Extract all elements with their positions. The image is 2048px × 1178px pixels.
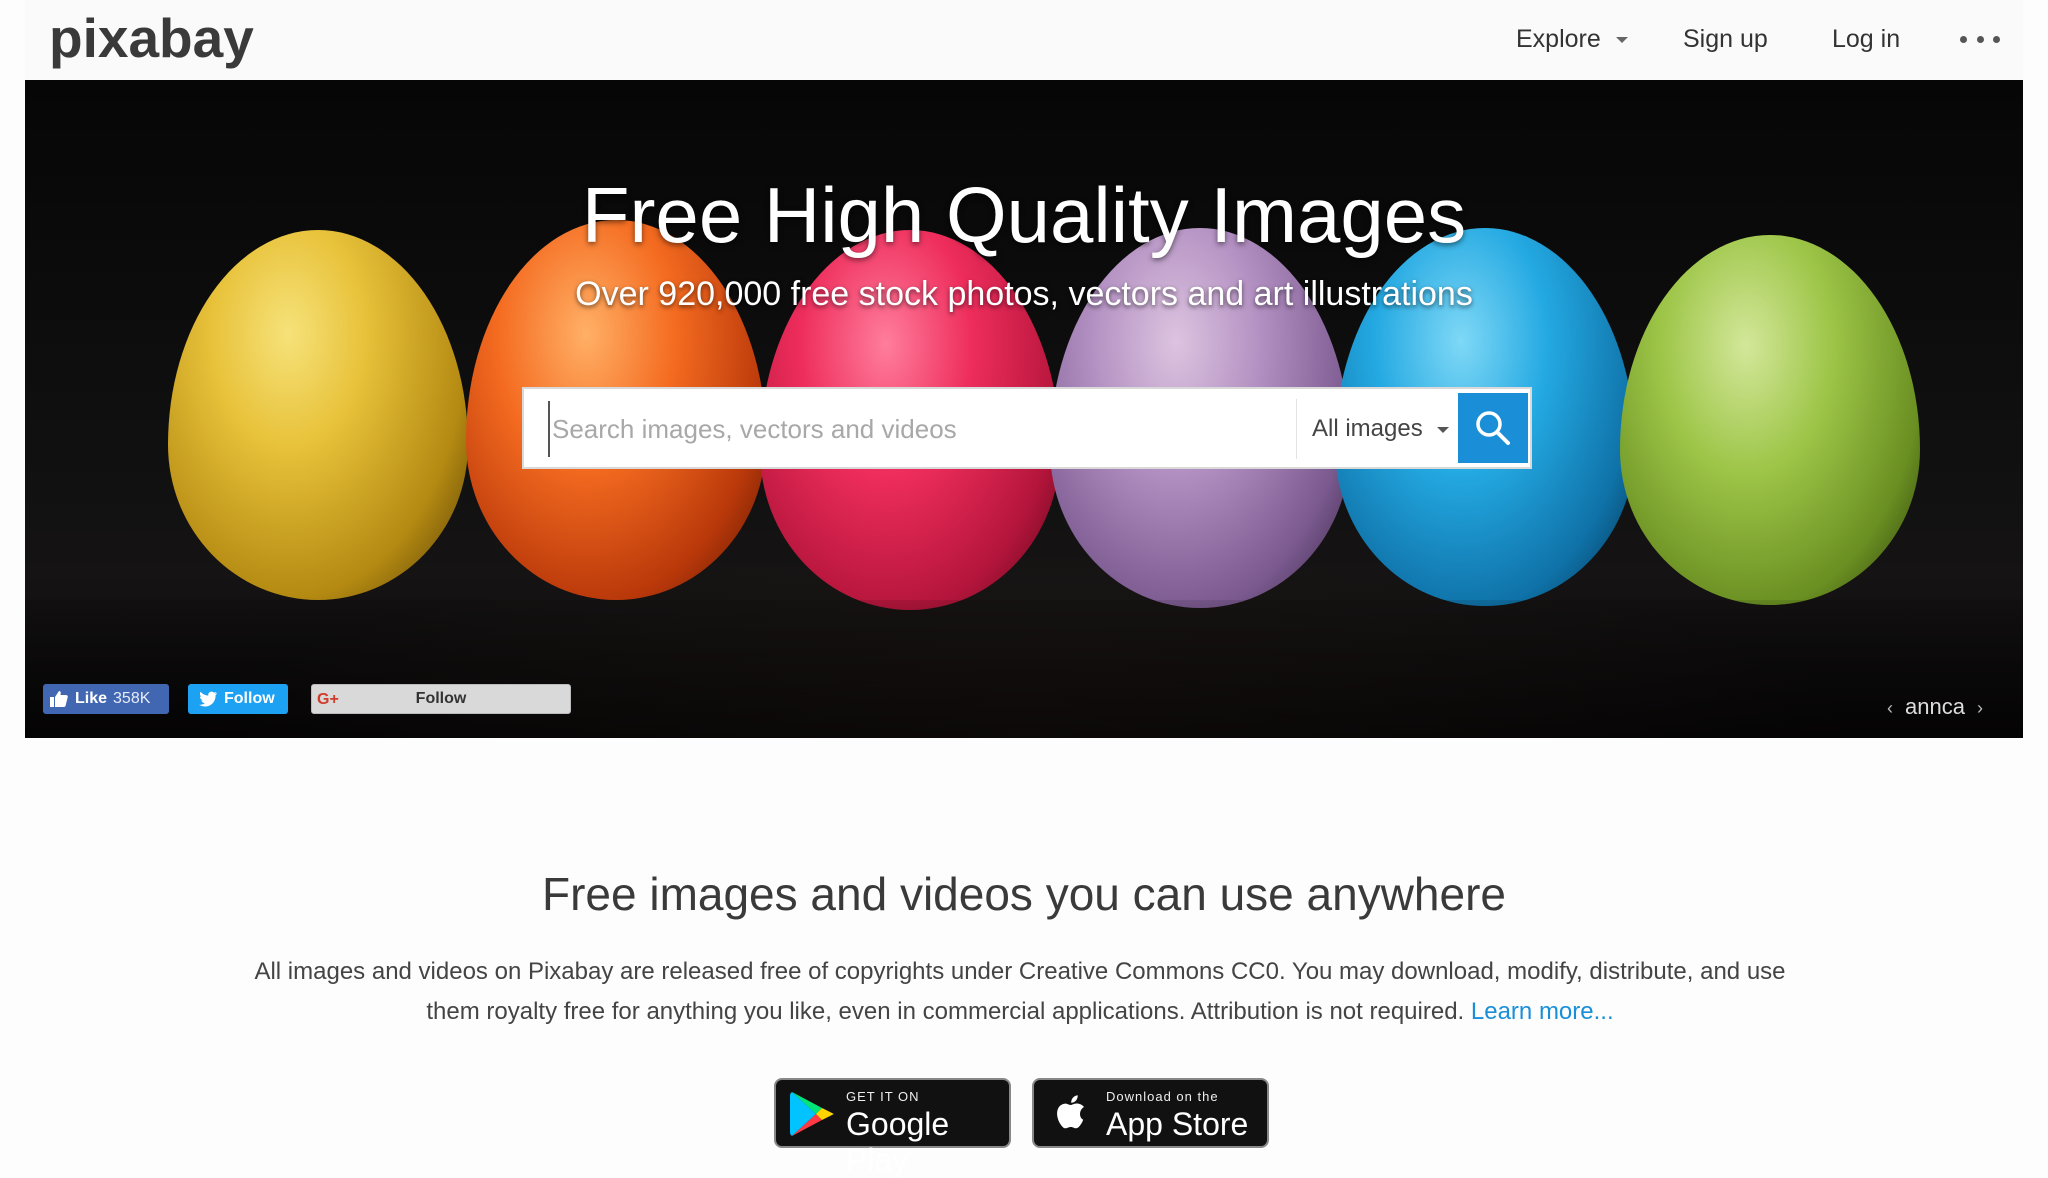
nav-explore-menu[interactable]: Explore xyxy=(1516,20,1628,58)
search-icon xyxy=(1476,411,1510,445)
search-divider xyxy=(1296,399,1297,459)
google-play-small-text: GET IT ON xyxy=(846,1089,920,1104)
apple-icon xyxy=(1057,1095,1084,1129)
twitter-follow-button[interactable]: Follow xyxy=(188,684,288,714)
chevron-left-icon[interactable]: ‹ xyxy=(1887,698,1893,718)
twitter-bird-icon xyxy=(199,691,217,707)
googleplus-icon: G+ xyxy=(317,691,339,708)
learn-more-link[interactable]: Learn more... xyxy=(1471,998,1614,1025)
section-title: Free images and videos you can use anywh… xyxy=(541,868,1506,920)
section-description: All images and videos on Pixabay are rel… xyxy=(225,952,1815,1032)
search-button[interactable] xyxy=(1458,393,1528,463)
google-play-badge[interactable]: GET IT ON Google Play xyxy=(774,1078,1011,1178)
caret-down-icon xyxy=(1615,37,1628,44)
facebook-like-label: Like xyxy=(75,690,108,707)
more-dots-icon[interactable] xyxy=(1960,24,2000,54)
media-type-dropdown[interactable]: All images xyxy=(1312,407,1450,451)
facebook-like-count: 358K xyxy=(113,690,151,707)
chevron-right-icon[interactable]: › xyxy=(1977,698,1983,718)
nav-explore-label: Explore xyxy=(1516,25,1601,53)
pixabay-logo[interactable]: pixabay xyxy=(49,6,254,70)
googleplus-follow-label: Follow xyxy=(415,690,467,707)
googleplus-follow-button[interactable]: G+ Follow xyxy=(311,684,571,714)
thumbs-up-icon xyxy=(50,691,68,707)
app-store-big-text: App Store xyxy=(1106,1106,1249,1142)
search-input[interactable] xyxy=(548,401,1274,457)
caret-down-icon xyxy=(1437,426,1450,433)
top-header: pixabay Explore Sign up Log in xyxy=(25,0,2023,80)
facebook-like-button[interactable]: Like 358K xyxy=(43,684,169,714)
app-store-badge[interactable]: Download on the App Store xyxy=(1032,1078,1269,1148)
hero-title: Free High Quality Images xyxy=(581,171,1467,259)
photo-credit-author[interactable]: annca xyxy=(1905,694,1965,719)
twitter-follow-label: Follow xyxy=(224,690,275,707)
media-type-label: All images xyxy=(1312,415,1423,442)
app-store-small-text: Download on the xyxy=(1106,1089,1219,1104)
egg-reflection xyxy=(25,600,2023,738)
google-play-icon xyxy=(790,1092,834,1136)
hero-banner: Free High Quality Images Over 920,000 fr… xyxy=(25,80,2023,738)
search-bar: All images xyxy=(522,387,1532,469)
hero-subtitle: Over 920,000 free stock photos, vectors … xyxy=(575,275,1473,313)
nav-signup-link[interactable]: Sign up xyxy=(1683,20,1768,58)
photo-credit: ‹ annca › xyxy=(1875,692,1995,722)
nav-login-link[interactable]: Log in xyxy=(1832,20,1900,58)
google-play-big-text: Google Play xyxy=(846,1106,950,1178)
